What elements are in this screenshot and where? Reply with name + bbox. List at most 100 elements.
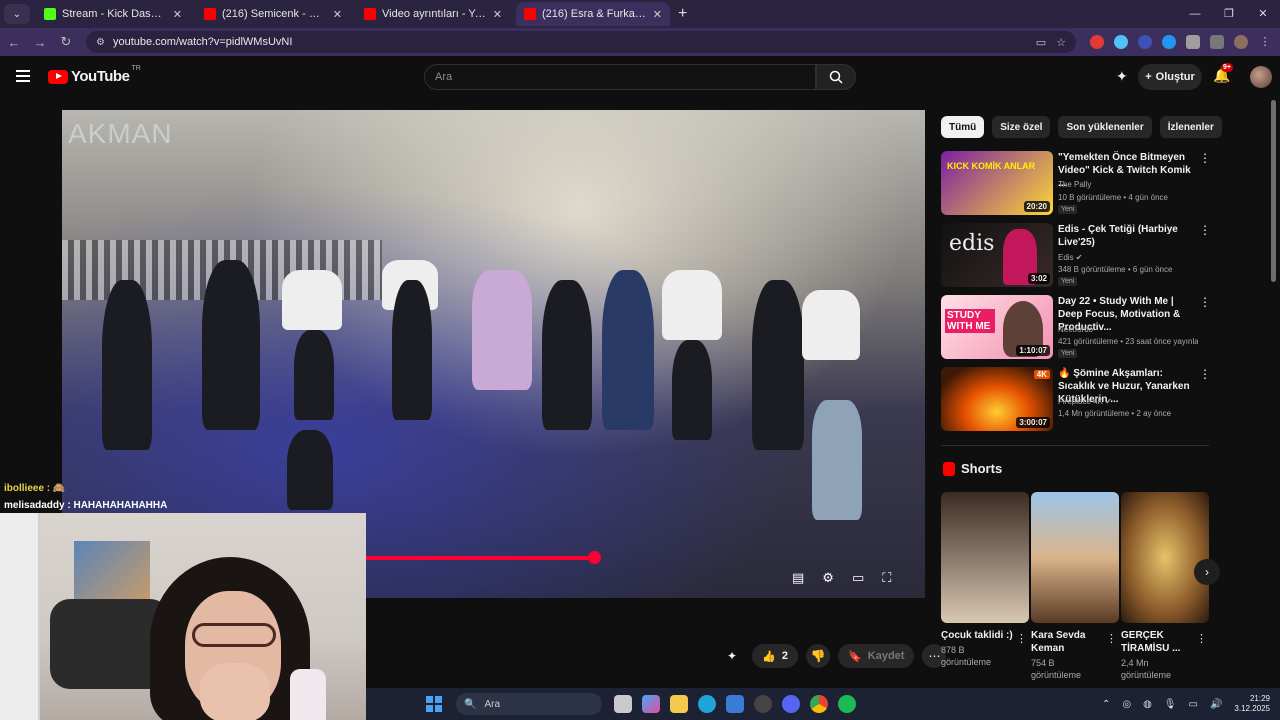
close-tab-icon[interactable]: ✕ [647, 8, 662, 21]
new-tab-icon[interactable]: + [678, 5, 687, 23]
tab-search-icon[interactable]: ⌄ [4, 4, 30, 24]
extension-icon[interactable] [1090, 35, 1104, 49]
short-thumbnail[interactable] [1031, 492, 1119, 623]
edge-icon[interactable] [698, 695, 716, 713]
short-title[interactable]: Çocuk taklidi :) [941, 629, 1017, 642]
more-options-icon[interactable]: ⋮ [1199, 223, 1211, 237]
windows-start-icon[interactable] [426, 696, 442, 712]
puzzle-icon[interactable] [1186, 35, 1200, 49]
recommended-video[interactable]: STUDY WITH ME 1:10:07 Day 22 • Study Wit… [941, 295, 1211, 359]
reading-list-icon[interactable] [1210, 35, 1224, 49]
address-bar[interactable]: ⚙ youtube.com/watch?v=pidlWMsUvNI ▭ ☆ [86, 31, 1076, 53]
recommended-video[interactable]: 4K 3:00:07 🔥 Şömine Akşamları: Sıcaklık … [941, 367, 1211, 431]
short-title[interactable]: GERÇEK TİRAMİSU ... [1121, 629, 1197, 655]
close-window-icon[interactable]: ✕ [1246, 0, 1280, 28]
gamepad-icon[interactable]: ✦ [1116, 68, 1128, 85]
store-icon[interactable] [726, 695, 744, 713]
shorts-next-button[interactable]: › [1194, 559, 1220, 585]
short-thumbnail[interactable] [941, 492, 1029, 623]
more-options-icon[interactable]: ⋮ [1199, 151, 1211, 165]
dislike-button[interactable]: 👎 [805, 644, 830, 668]
menu-kebab-icon[interactable]: ⋮ [1258, 35, 1272, 49]
short-title[interactable]: Kara Sevda Keman [1031, 629, 1107, 655]
bookmark-star-icon[interactable]: ☆ [1056, 36, 1066, 49]
subtitles-icon[interactable]: ▤ [792, 570, 804, 586]
settings-gear-icon[interactable]: ⚙ [822, 570, 834, 586]
more-options-icon[interactable]: ⋮ [1016, 632, 1027, 645]
channel-name[interactable]: Neetfordo [1058, 325, 1093, 334]
gamepad-icon[interactable]: ✦ [720, 644, 744, 668]
short-thumbnail[interactable] [1121, 492, 1209, 623]
video-progress-bar[interactable] [366, 556, 596, 560]
task-view-icon[interactable] [614, 695, 632, 713]
fullscreen-icon[interactable]: ⛶ [882, 570, 891, 586]
hamburger-menu-icon[interactable] [16, 70, 30, 85]
video-progress-knob[interactable] [588, 551, 601, 564]
create-button[interactable]: + Oluştur [1138, 64, 1202, 90]
chip-for-you[interactable]: Size özel [992, 116, 1051, 138]
video-thumbnail[interactable]: KICK KOMİK ANLAR 20:20 [941, 151, 1053, 215]
recommended-video[interactable]: KICK KOMİK ANLAR 20:20 "Yemekten Önce Bi… [941, 151, 1211, 215]
notifications-bell-icon[interactable]: 🔔 9+ [1213, 63, 1233, 84]
account-avatar[interactable] [1250, 66, 1272, 88]
youtube-logo[interactable]: YouTube TR [48, 65, 141, 85]
short-item[interactable]: GERÇEK TİRAMİSU ... 2,4 Mn görüntüleme ⋮ [1121, 492, 1209, 681]
extension-icon[interactable] [1162, 35, 1176, 49]
video-thumbnail[interactable]: STUDY WITH ME 1:10:07 [941, 295, 1053, 359]
extension-icon[interactable] [1114, 35, 1128, 49]
browser-tab[interactable]: (216) Semicenk - Sen Kaldın (p... ✕ [196, 2, 350, 26]
page-scrollbar[interactable] [1271, 100, 1276, 282]
chrome-icon[interactable] [810, 695, 828, 713]
more-options-icon[interactable]: ⋮ [1199, 367, 1211, 381]
chevron-up-icon[interactable]: ⌃ [1102, 699, 1110, 710]
microphone-icon[interactable]: 🎙 [1164, 699, 1177, 710]
youtube-play-logo-icon [48, 69, 68, 84]
forward-icon[interactable]: → [28, 35, 52, 50]
save-button[interactable]: 🔖 Kaydet [837, 644, 915, 668]
close-tab-icon[interactable]: ✕ [167, 8, 182, 21]
close-tab-icon[interactable]: ✕ [487, 8, 502, 21]
chip-all[interactable]: Tümü [941, 116, 985, 138]
chip-recent[interactable]: Son yüklenenler [1058, 116, 1152, 138]
theater-mode-icon[interactable]: ▭ [852, 570, 864, 586]
cast-icon[interactable]: ▭ [1036, 36, 1046, 49]
channel-name[interactable]: Edis ✔ [1058, 253, 1083, 262]
search-input[interactable]: Ara [424, 64, 816, 90]
browser-tab[interactable]: Stream - Kick Dashboard ✕ [36, 2, 190, 26]
browser-tab[interactable]: Video ayrıntıları - YouTube Stud... ✕ [356, 2, 510, 26]
more-options-icon[interactable]: ⋮ [1199, 295, 1211, 309]
restore-icon[interactable]: ❐ [1212, 0, 1246, 28]
network-icon[interactable]: ▭ [1189, 699, 1198, 710]
like-button[interactable]: 👍 2 [752, 644, 798, 668]
short-item[interactable]: Çocuk taklidi :) 878 B görüntüleme ⋮ [941, 492, 1029, 668]
channel-name[interactable]: Fireplace 4K ✔ [1058, 397, 1112, 406]
app-icon[interactable] [754, 695, 772, 713]
copilot-icon[interactable] [642, 695, 660, 713]
discord-icon[interactable] [782, 695, 800, 713]
close-tab-icon[interactable]: ✕ [327, 8, 342, 21]
file-explorer-icon[interactable] [670, 695, 688, 713]
video-thumbnail[interactable]: 4K 3:00:07 [941, 367, 1053, 431]
profile-avatar[interactable] [1234, 35, 1248, 49]
short-item[interactable]: Kara Sevda Keman 754 B görüntüleme ⋮ [1031, 492, 1119, 681]
chip-watched[interactable]: İzlenenler [1159, 116, 1222, 138]
extension-icon[interactable] [1138, 35, 1152, 49]
volume-icon[interactable]: 🔊 [1210, 699, 1222, 710]
taskbar-search-input[interactable]: 🔍 Ara [456, 693, 602, 715]
channel-name[interactable]: The Pally [1058, 180, 1091, 189]
video-title[interactable]: Edis - Çek Tetiği (Harbiye Live'25) [1058, 223, 1194, 249]
clock[interactable]: 21:29 3.12.2025 [1234, 694, 1270, 714]
more-options-icon[interactable]: ⋮ [1106, 632, 1117, 645]
reload-icon[interactable]: ↻ [54, 34, 78, 50]
search-button[interactable] [816, 64, 856, 90]
recommended-video[interactable]: edis 3:02 Edis - Çek Tetiği (Harbiye Liv… [941, 223, 1211, 287]
minimize-icon[interactable]: — [1178, 0, 1212, 28]
video-thumbnail[interactable]: edis 3:02 [941, 223, 1053, 287]
browser-tab-active[interactable]: (216) Esra & Furkan 1 - You... ✕ [516, 2, 670, 26]
tray-app-icon[interactable]: ◍ [1143, 699, 1152, 710]
back-icon[interactable]: ← [2, 35, 26, 50]
spotify-icon[interactable] [838, 695, 856, 713]
more-options-icon[interactable]: ⋮ [1196, 632, 1207, 645]
tray-app-icon[interactable]: ◎ [1122, 699, 1131, 710]
site-info-icon[interactable]: ⚙ [96, 37, 105, 48]
